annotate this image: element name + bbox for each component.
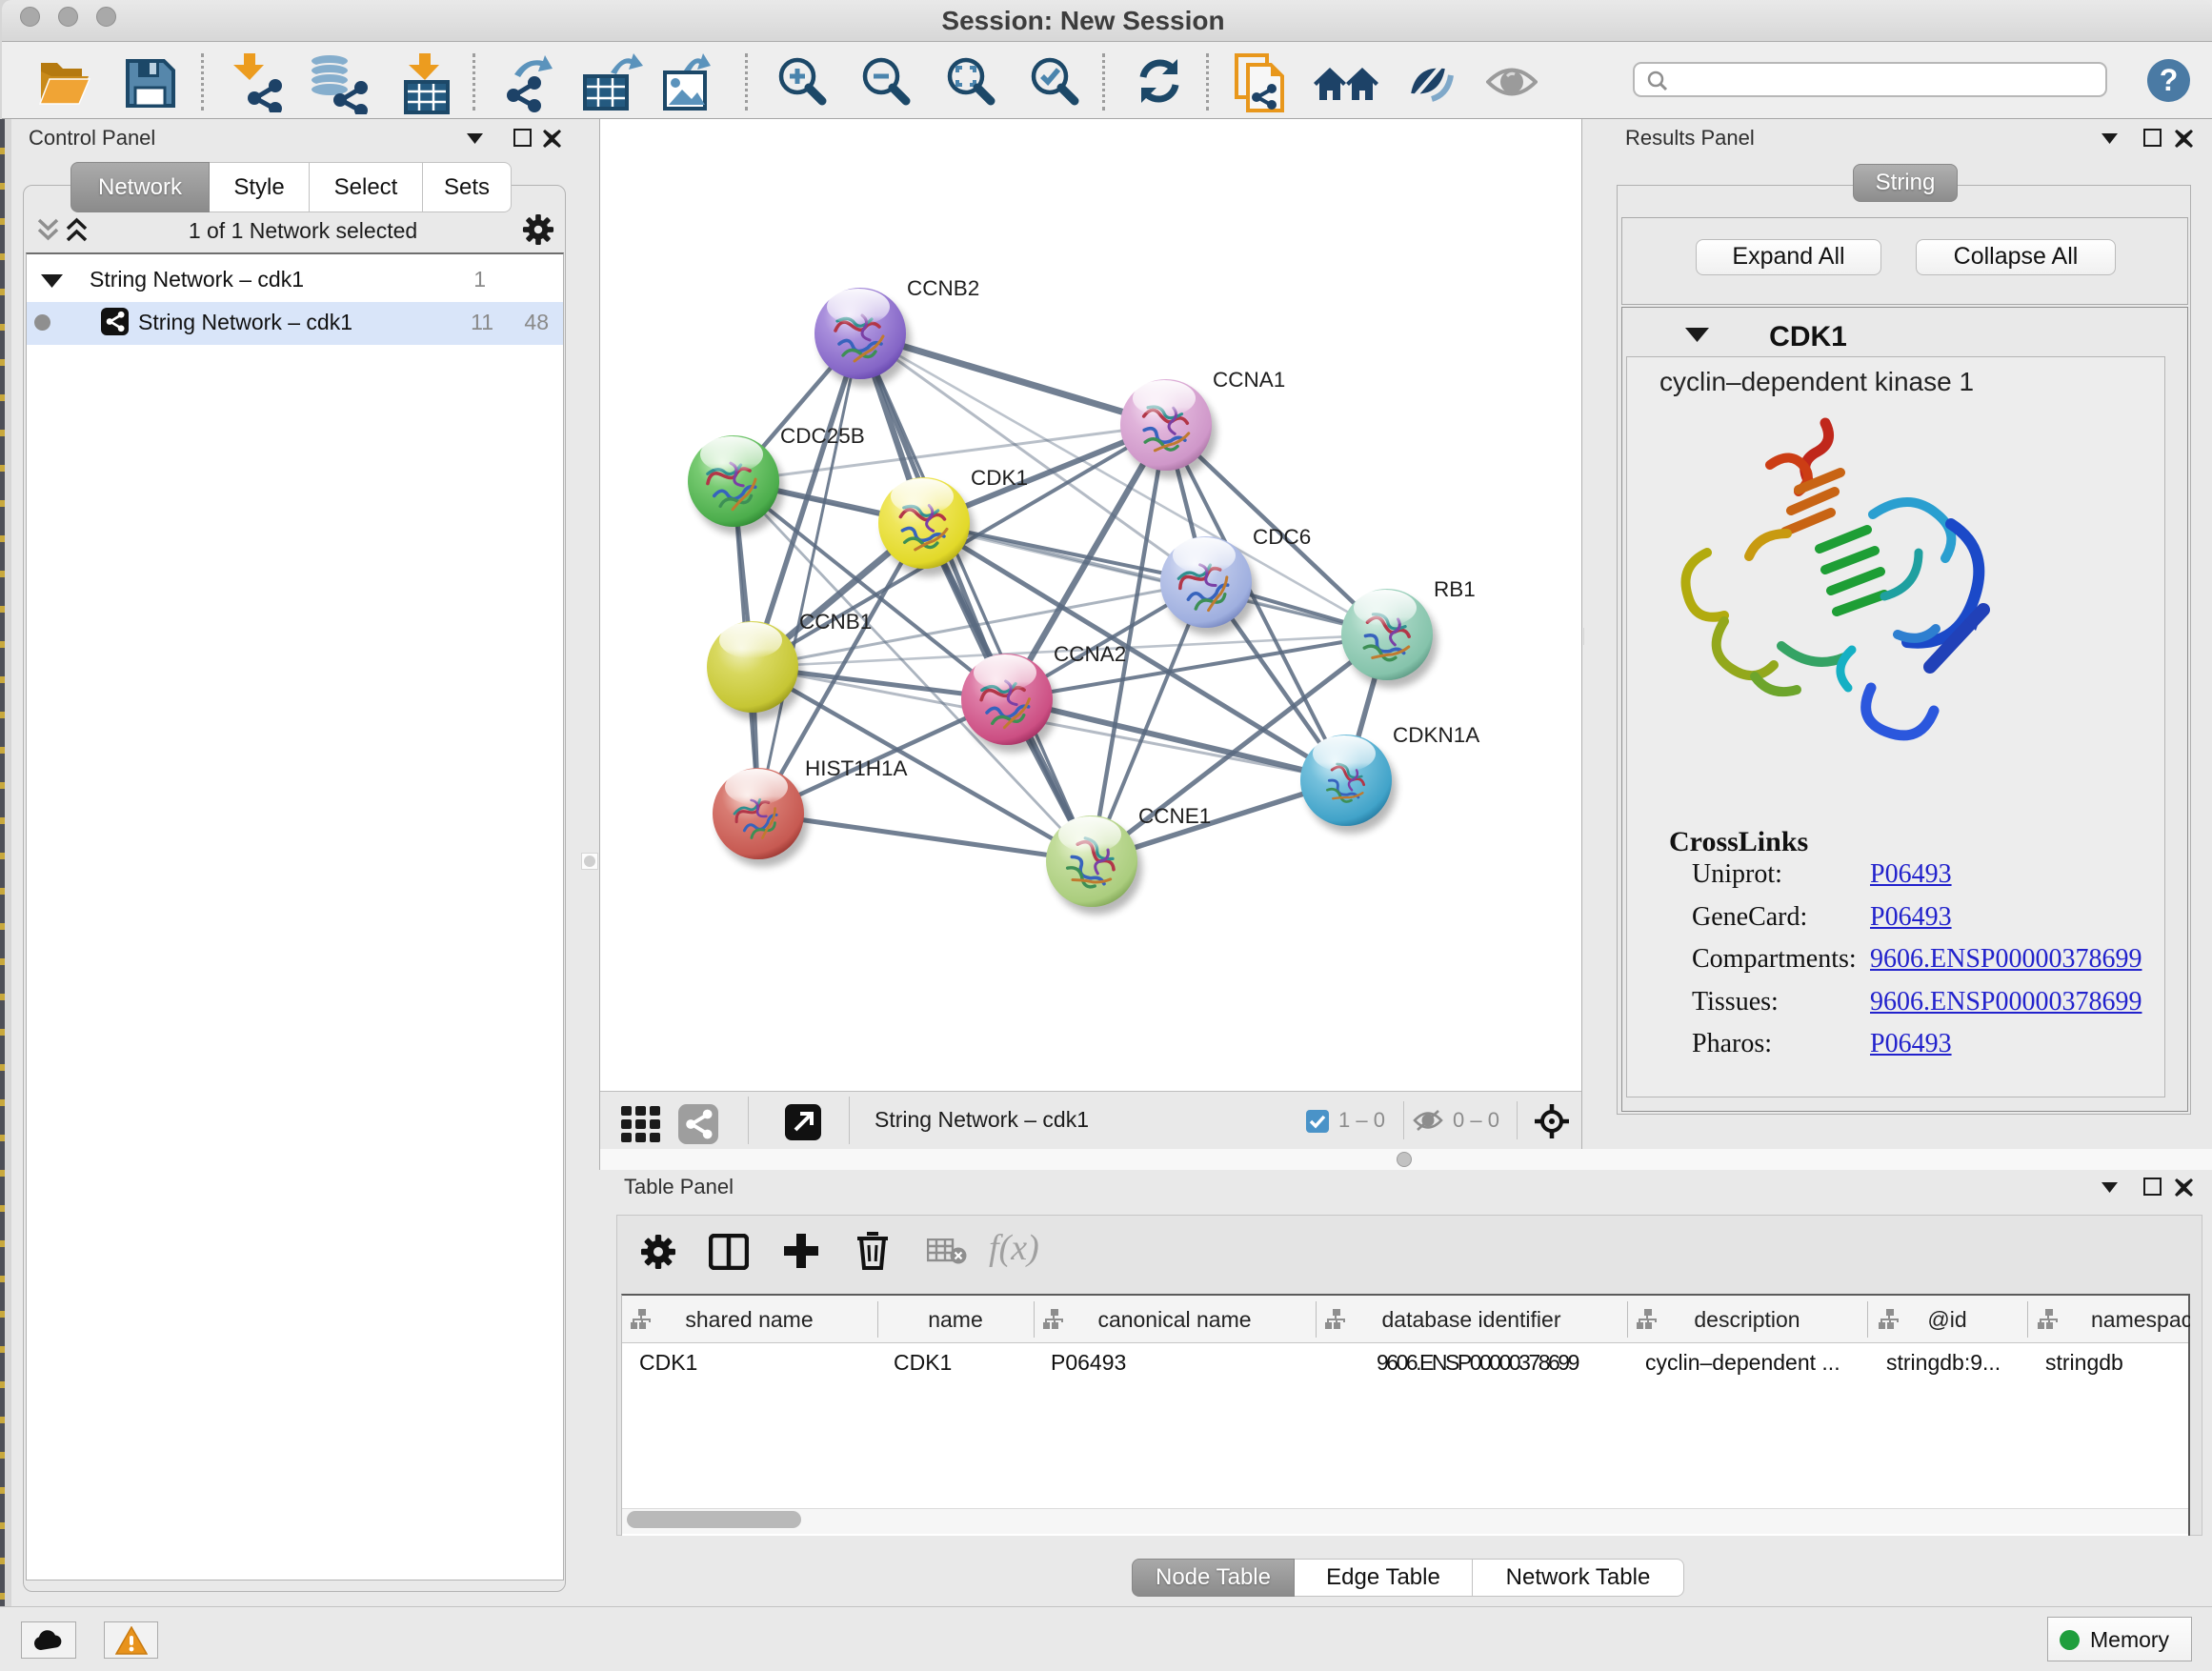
svg-text:CDK1: CDK1 (971, 466, 1028, 490)
svg-text:CCNA1: CCNA1 (1213, 368, 1285, 392)
svg-text:CCNE1: CCNE1 (1138, 804, 1211, 828)
svg-text:CCNB2: CCNB2 (907, 276, 979, 300)
svg-text:HIST1H1A: HIST1H1A (805, 756, 908, 780)
svg-text:RB1: RB1 (1434, 577, 1476, 601)
svg-text:CDKN1A: CDKN1A (1393, 723, 1479, 747)
svg-text:CDC25B: CDC25B (780, 424, 865, 448)
svg-text:CDC6: CDC6 (1253, 525, 1311, 549)
svg-text:CCNA2: CCNA2 (1054, 642, 1126, 666)
svg-text:CCNB1: CCNB1 (799, 610, 872, 634)
